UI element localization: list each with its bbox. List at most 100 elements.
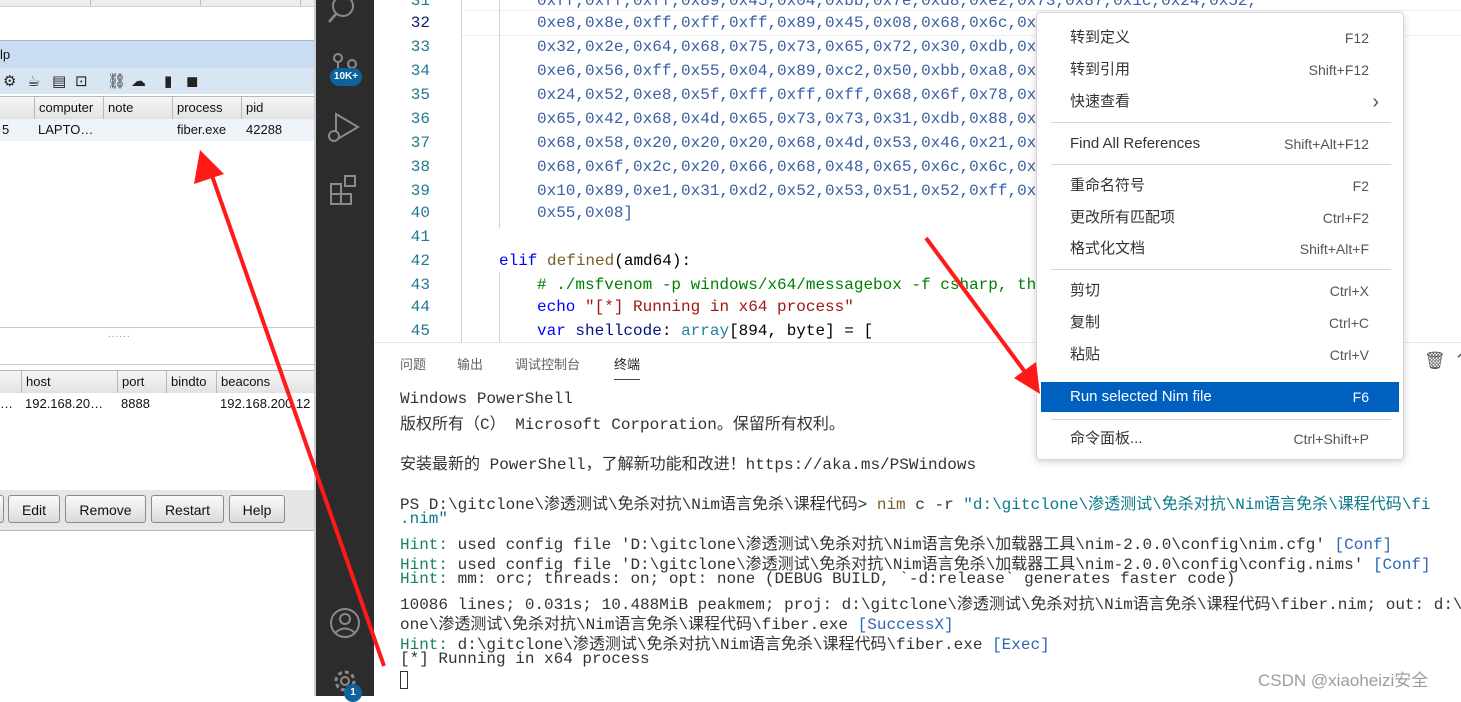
top-strip	[0, 0, 316, 7]
keyword: var	[537, 322, 566, 340]
table-cell	[170, 393, 214, 415]
menu-item-cut[interactable]: 剪切 Ctrl+X	[1041, 276, 1399, 306]
coffee-icon[interactable]: ☕	[27, 72, 40, 90]
code-line: 0xff,0xff,0xff,0x89,0x45,0x04,0xbb,0x7e,…	[537, 0, 1258, 10]
column-header[interactable]: process	[172, 97, 241, 119]
line-number: 44	[410, 298, 430, 316]
remove-button[interactable]: Remove	[65, 495, 146, 523]
tab-output[interactable]: 输出	[457, 354, 483, 373]
menu-separator	[1051, 164, 1391, 165]
menu-item-label: 剪切	[1070, 282, 1101, 299]
menu-item-shortcut: F2	[1352, 178, 1369, 194]
code-line: var shellcode: array[894, byte] = [	[537, 322, 873, 340]
menu-separator	[1051, 419, 1391, 420]
table-cell: 8888	[121, 396, 150, 411]
activity-bar: 10K+ 1	[316, 0, 374, 702]
menu-item-find-all-references[interactable]: Find All References Shift+Alt+F12	[1041, 129, 1399, 159]
cube-icon[interactable]: ◼	[186, 72, 198, 90]
column-header[interactable]: note	[103, 97, 172, 119]
tab-debug-console[interactable]: 调试控制台	[515, 354, 580, 373]
menu-item-label: 复制	[1070, 314, 1101, 331]
menu-item-peek[interactable]: 快速查看 ›	[1041, 87, 1399, 117]
keyword: echo	[537, 298, 576, 316]
indent-guide	[499, 272, 500, 342]
terminal-icon[interactable]: ⊡	[75, 72, 88, 90]
function-name: defined	[547, 252, 615, 270]
splitter-grip: ......	[108, 329, 131, 340]
cloud-icon[interactable]: ☁	[131, 72, 146, 90]
cobalt-strike-window: lp ⚙ ☕ ▤ ⊡ ⛓ ☁ ▮ ◼ computer note process…	[0, 0, 316, 696]
code-line: echo "[*] Running in x64 process"	[537, 298, 854, 316]
menu-item-shortcut: Shift+F12	[1308, 62, 1369, 78]
table-cell: 5	[2, 122, 10, 137]
code-line: 0x24,0x52,0xe8,0x5f,0xff,0xff,0xff,0x68,…	[537, 86, 1037, 104]
menu-item-copy[interactable]: 复制 Ctrl+C	[1041, 308, 1399, 338]
menu-item-shortcut: Ctrl+X	[1329, 283, 1369, 299]
code-text: (amd64):	[614, 252, 692, 270]
table-row[interactable]: … 192.168.20… 8888 192.168.200.12	[0, 393, 316, 415]
chevron-up-icon[interactable]: ⌃	[1454, 351, 1461, 371]
line-number: 41	[410, 228, 430, 246]
gear-icon[interactable]: ⚙	[3, 72, 16, 90]
column-header[interactable]	[0, 371, 21, 393]
column-header[interactable]	[0, 97, 34, 119]
line-number: 34	[410, 62, 430, 80]
column-header[interactable]: computer	[34, 97, 103, 119]
panel-splitter[interactable]: ......	[0, 327, 316, 365]
menu-item-label: 转到定义	[1070, 29, 1131, 46]
link-icon[interactable]: ⛓	[107, 72, 126, 90]
code-comment: # ./msfvenom -p windows/x64/messagebox -…	[537, 276, 1037, 294]
table-cell: fiber.exe	[177, 122, 227, 137]
line-number: 45	[410, 322, 430, 340]
code-line: 0x55,0x08]	[537, 204, 634, 222]
code-line: 0xe8,0x8e,0xff,0xff,0xff,0x89,0x45,0x08,…	[537, 14, 1046, 32]
column-header[interactable]: host	[21, 371, 117, 393]
edit-button[interactable]: Edit	[8, 495, 60, 523]
line-number: 32	[410, 14, 430, 32]
run-debug-icon[interactable]	[316, 110, 374, 144]
column-header[interactable]: pid	[241, 97, 316, 119]
help-button[interactable]: Help	[229, 495, 285, 523]
menu-item-shortcut: F6	[1352, 389, 1369, 405]
line-number: 36	[410, 110, 430, 128]
column-header[interactable]: port	[117, 371, 166, 393]
menu-item-format-document[interactable]: 格式化文档 Shift+Alt+F	[1041, 234, 1399, 264]
trash-icon[interactable]: 🗑	[1424, 351, 1446, 371]
document-icon[interactable]: ▤	[52, 72, 66, 90]
menu-item-shortcut: Ctrl+C	[1328, 315, 1369, 331]
account-icon[interactable]	[316, 606, 374, 640]
add-button[interactable]	[0, 495, 4, 523]
tab-terminal[interactable]: 终端	[614, 354, 641, 380]
menu-item-go-to-references[interactable]: 转到引用 Shift+F12	[1041, 55, 1399, 85]
menu-item-run-selected-nim-file[interactable]: Run selected Nim file F6	[1041, 382, 1399, 412]
variable-name: shellcode	[575, 322, 662, 340]
menu-item-go-to-definition[interactable]: 转到定义 F12	[1041, 23, 1399, 53]
column-header[interactable]: bindto	[166, 371, 216, 393]
table-cell: 192.168.20…	[25, 396, 104, 411]
line-number: 40	[410, 204, 430, 222]
restart-button[interactable]: Restart	[151, 495, 224, 523]
menu-separator	[1051, 122, 1391, 123]
search-icon[interactable]	[316, 0, 374, 30]
code-line: 0xe6,0x56,0xff,0x55,0x04,0x89,0xc2,0x50,…	[537, 62, 1037, 80]
watermark: CSDN @xiaoheizi安全	[1258, 671, 1429, 690]
indent-guide	[499, 0, 500, 228]
menu-item-rename-symbol[interactable]: 重命名符号 F2	[1041, 171, 1399, 201]
settings-badge: 1	[344, 684, 362, 702]
table-row[interactable]: 5 LAPTO… fiber.exe 42288	[0, 119, 316, 141]
code-line: 0x65,0x42,0x68,0x4d,0x65,0x73,0x73,0x31,…	[537, 110, 1037, 128]
menu-item-paste[interactable]: 粘贴 Ctrl+V	[1041, 340, 1399, 370]
menu-item-label: Run selected Nim file	[1070, 388, 1212, 405]
menu-item-label: 命令面板...	[1070, 430, 1143, 447]
menu-item-command-palette[interactable]: 命令面板... Ctrl+Shift+P	[1041, 424, 1399, 454]
column-header[interactable]: beacons	[216, 371, 316, 393]
code-text: [894, byte] = [	[729, 322, 874, 340]
menu-item-shortcut: F12	[1344, 30, 1369, 46]
chevron-right-icon: ›	[1372, 91, 1379, 113]
tab-problems[interactable]: 问题	[400, 354, 426, 373]
menu-item-label: Find All References	[1070, 135, 1201, 152]
menu-item-change-all-occurrences[interactable]: 更改所有匹配项 Ctrl+F2	[1041, 203, 1399, 233]
extensions-icon[interactable]	[316, 172, 374, 206]
context-menu: 转到定义 F12 转到引用 Shift+F12 快速查看 › Find All Ref…	[1036, 12, 1404, 460]
book-icon[interactable]: ▮	[164, 72, 172, 90]
